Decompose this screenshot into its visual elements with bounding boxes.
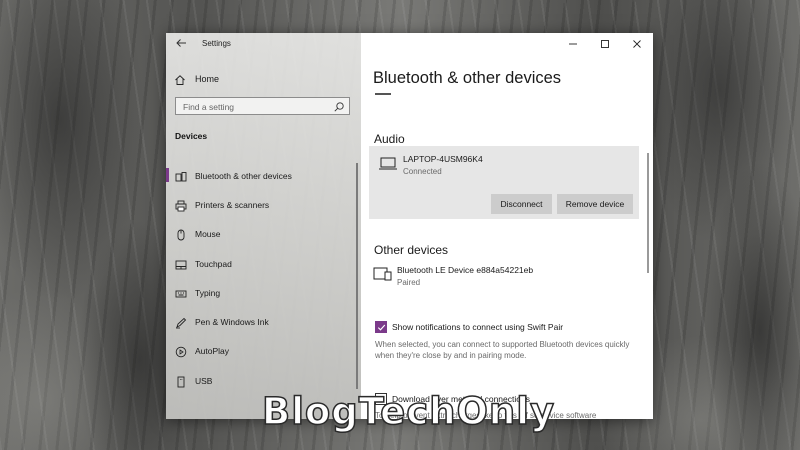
nav-item-label: Bluetooth & other devices [195,170,292,181]
audio-heading: Audio [374,132,405,146]
swift-pair-checkbox[interactable] [375,321,387,333]
minimize-button[interactable] [557,33,589,55]
content-scrollbar[interactable] [647,153,649,273]
touchpad-icon [175,258,187,270]
autoplay-icon [175,345,187,358]
other-device-status: Paired [397,278,421,287]
nav-item-label: Printers & scanners [195,199,270,210]
bluetooth-devices-icon [175,170,187,182]
nav-scrollbar[interactable] [356,163,358,389]
swift-pair-label: Show notifications to connect using Swif… [392,322,564,332]
audio-device-name: LAPTOP-4USM96K4 [403,154,483,164]
mouse-icon [175,228,187,241]
nav-item-label: AutoPlay [195,346,230,357]
audio-device-card[interactable]: LAPTOP-4USM96K4 Connected Disconnect Rem… [369,146,639,219]
laptop-icon [378,156,398,172]
remove-device-button[interactable]: Remove device [557,194,633,214]
nav-item-bluetooth[interactable]: Bluetooth & other devices [166,161,361,190]
maximize-button[interactable] [589,33,621,55]
nav-item-pen[interactable]: Pen & Windows Ink [166,307,361,336]
nav-item-label: Pen & Windows Ink [195,317,269,328]
home-icon [174,73,186,85]
nav-item-autoplay[interactable]: AutoPlay [166,337,361,366]
nav-item-mouse[interactable]: Mouse [166,220,361,249]
other-devices-heading: Other devices [374,243,449,257]
nav-home[interactable]: Home [174,72,219,86]
nav-section-devices: Devices [175,131,208,141]
other-device-name: Bluetooth LE Device e884a54221eb [397,265,534,275]
audio-device-status: Connected [403,167,442,176]
title-bar: Settings [166,33,361,55]
nav-item-touchpad[interactable]: Touchpad [166,249,361,278]
printer-icon [175,199,187,212]
scrolled-content-edge [375,93,391,95]
pen-icon [175,316,187,329]
usb-icon [175,375,187,388]
nav-item-label: Touchpad [195,258,232,269]
settings-nav-pane: Settings Home Find a setting Devices Blu… [166,33,361,419]
search-icon[interactable] [333,100,345,112]
settings-window: Settings Home Find a setting Devices Blu… [166,33,653,419]
nav-home-label: Home [195,74,220,84]
site-watermark: BlogTechOnly [261,390,556,433]
nav-list: Bluetooth & other devices Printers & sca… [166,161,361,395]
nav-item-typing[interactable]: Typing [166,278,361,307]
disconnect-button[interactable]: Disconnect [491,194,552,214]
nav-item-label: USB [195,375,213,386]
nav-item-printers[interactable]: Printers & scanners [166,190,361,219]
nav-item-label: Mouse [195,229,221,240]
back-arrow-icon[interactable] [174,37,188,51]
settings-content-pane: Bluetooth & other devices Audio LAPTOP-4… [361,33,653,419]
device-icon [373,266,393,282]
page-title: Bluetooth & other devices [373,69,562,87]
keyboard-icon [175,287,187,299]
close-button[interactable] [621,33,653,55]
search-input[interactable]: Find a setting [175,97,350,115]
nav-item-label: Typing [195,287,221,298]
search-placeholder: Find a setting [183,102,235,112]
window-controls [557,33,653,55]
swift-pair-description: When selected, you can connect to suppor… [375,340,630,360]
app-title: Settings [202,39,231,48]
